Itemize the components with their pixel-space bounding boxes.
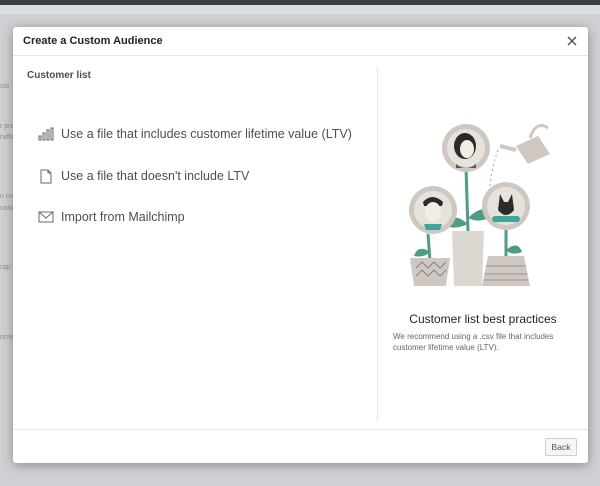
section-label: Customer list	[27, 70, 91, 81]
background-text: rap	[0, 264, 11, 271]
envelope-icon	[37, 208, 55, 226]
dialog-footer: Back	[13, 429, 588, 463]
close-icon	[567, 36, 577, 46]
best-practices-description: We recommend using a .csv file that incl…	[393, 332, 554, 352]
background-text: ome	[0, 334, 14, 341]
bar-chart-icon	[37, 125, 55, 143]
create-custom-audience-dialog: Create a Custom Audience Customer list U…	[13, 27, 588, 463]
dialog-title: Create a Custom Audience	[23, 35, 163, 47]
option-label: Import from Mailchimp	[61, 210, 185, 224]
file-icon	[37, 167, 55, 185]
close-button[interactable]	[564, 33, 580, 49]
best-practices-title: Customer list best practices	[409, 312, 557, 326]
background-text: usi	[0, 83, 9, 90]
option-label: Use a file that includes customer lifeti…	[61, 127, 352, 141]
dialog-header: Create a Custom Audience	[13, 27, 588, 56]
background-topbar	[0, 0, 600, 5]
back-button[interactable]: Back	[545, 438, 577, 456]
option-label: Use a file that doesn't include LTV	[61, 169, 250, 183]
customer-list-illustration	[409, 124, 550, 286]
best-practices-panel: Customer list best practices We recommen…	[378, 56, 588, 429]
watering-can-icon	[499, 124, 550, 164]
option-file-with-ltv[interactable]: Use a file that includes customer lifeti…	[37, 124, 352, 144]
option-file-without-ltv[interactable]: Use a file that doesn't include LTV	[37, 166, 249, 186]
background-text: usto	[0, 205, 14, 212]
options-panel: Customer list Use a file that includes c…	[13, 56, 377, 429]
option-import-mailchimp[interactable]: Import from Mailchimp	[37, 207, 185, 227]
